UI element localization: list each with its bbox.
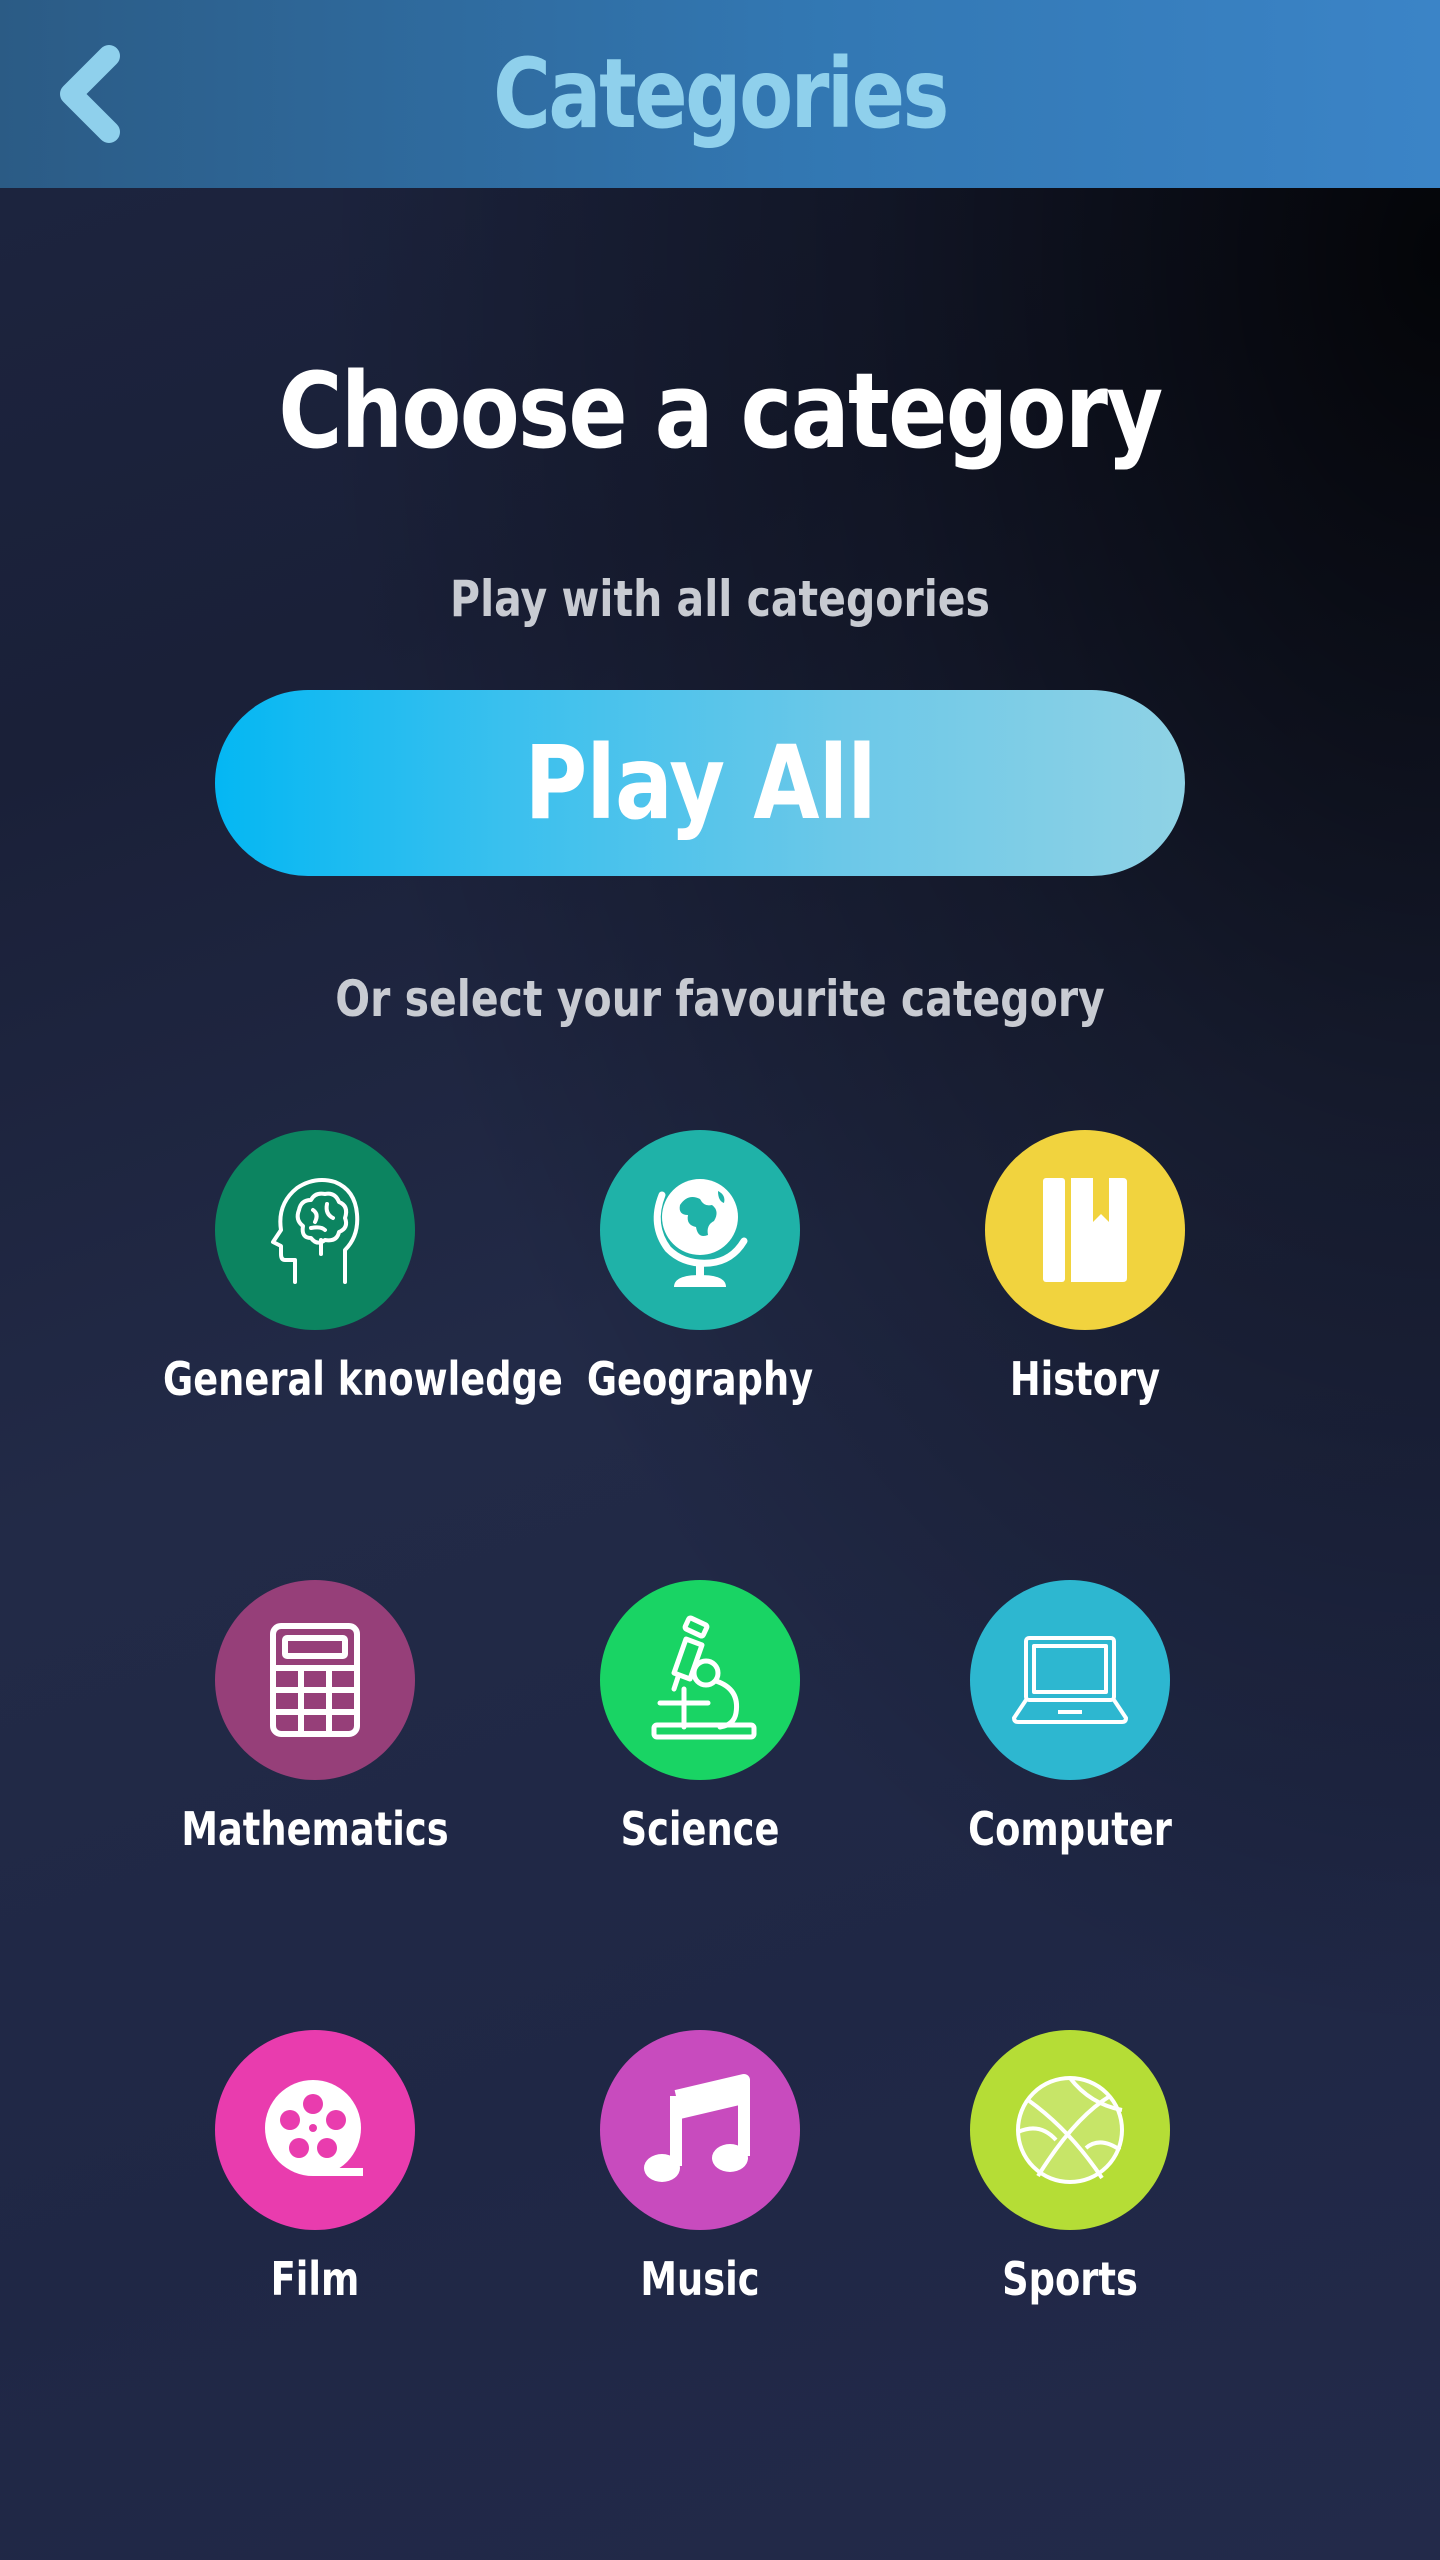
category-label: History [1009, 1352, 1161, 1406]
choose-category-heading: Choose a category [278, 350, 1163, 472]
category-label: Computer [968, 1802, 1172, 1856]
category-icon-circle [215, 1130, 415, 1330]
app-header: Categories [0, 0, 1440, 188]
calculator-icon [270, 1623, 360, 1737]
category-label: Geography [586, 1352, 814, 1406]
chevron-left-icon [60, 45, 120, 143]
category-geography[interactable]: Geography [510, 1130, 890, 1430]
film-reel-icon [265, 2080, 363, 2176]
category-sports[interactable]: Sports [880, 2030, 1260, 2330]
play-all-caption: Play with all categories [450, 570, 990, 628]
music-note-icon [644, 2074, 750, 2182]
category-label: Mathematics [181, 1802, 449, 1856]
category-icon-circle [600, 1130, 800, 1330]
microscope-icon [651, 1615, 757, 1740]
category-label: General knowledge [163, 1352, 563, 1406]
play-all-button[interactable]: Play All [215, 690, 1185, 876]
category-science[interactable]: Science [510, 1580, 890, 1880]
category-label: Film [270, 2252, 360, 2306]
category-music[interactable]: Music [510, 2030, 890, 2330]
play-all-label: Play All [524, 723, 876, 843]
category-computer[interactable]: Computer [880, 1580, 1260, 1880]
category-label: Sports [1002, 2252, 1138, 2306]
category-film[interactable]: Film [125, 2030, 505, 2330]
category-icon-circle [970, 2030, 1170, 2230]
category-label: Science [620, 1802, 780, 1856]
basketball-icon [1016, 2076, 1124, 2184]
select-category-caption: Or select your favourite category [335, 970, 1105, 1028]
category-general-knowledge[interactable]: General knowledge [125, 1130, 563, 1430]
category-icon-circle [215, 1580, 415, 1780]
category-icon-circle [600, 1580, 800, 1780]
laptop-icon [1012, 1636, 1128, 1724]
book-icon [1043, 1178, 1127, 1282]
globe-icon [653, 1179, 748, 1287]
category-icon-circle [600, 2030, 800, 2230]
category-icon-circle [970, 1580, 1170, 1780]
page-title: Categories [493, 38, 949, 150]
category-history[interactable]: History [895, 1130, 1275, 1430]
category-mathematics[interactable]: Mathematics [125, 1580, 505, 1880]
category-label: Music [640, 2252, 760, 2306]
back-button[interactable] [40, 30, 140, 158]
category-icon-circle [215, 2030, 415, 2230]
brain-head-icon [271, 1178, 360, 1284]
category-icon-circle [985, 1130, 1185, 1330]
